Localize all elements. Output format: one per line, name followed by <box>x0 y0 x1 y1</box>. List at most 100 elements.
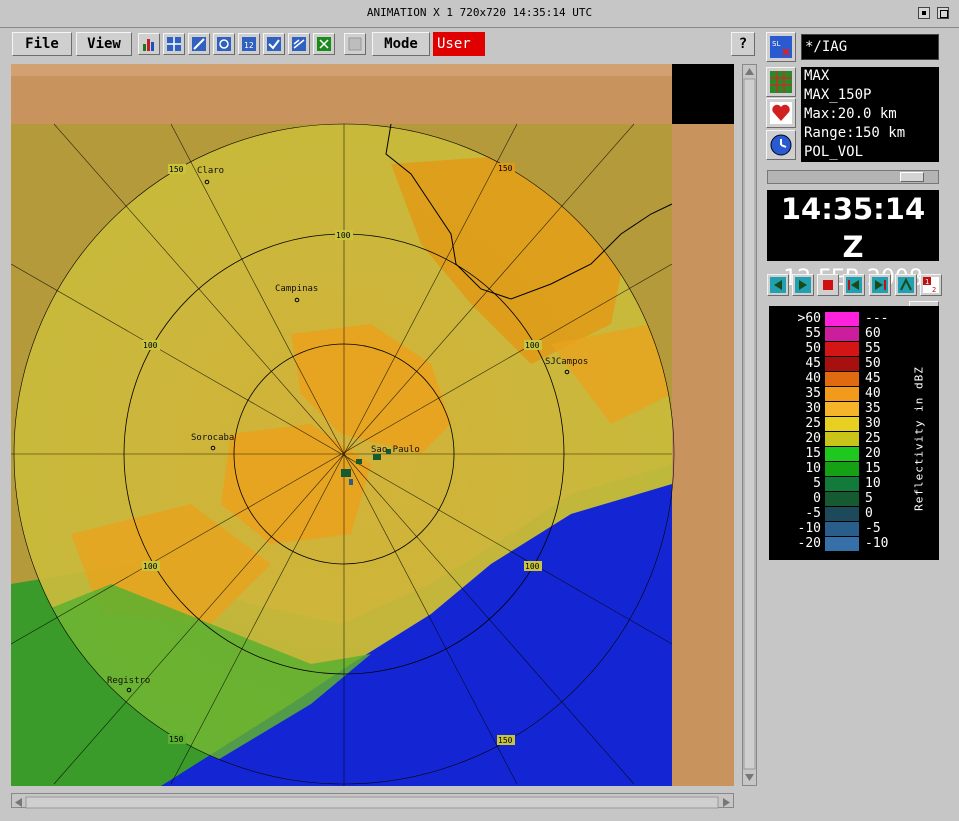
zoom-icon[interactable] <box>188 33 210 55</box>
dual-view-icon[interactable]: 12 <box>920 274 942 296</box>
city-label-claro: Claro <box>197 166 224 176</box>
product-line: Range:150 km <box>804 125 906 141</box>
legend-unit-container: Reflectivity in dBZ <box>905 362 933 522</box>
product-line: MAX_150P <box>804 87 872 103</box>
maximize-button[interactable] <box>937 7 949 19</box>
legend-min-value: -5 <box>805 506 821 521</box>
site-display: */IAG <box>801 34 939 60</box>
product-line: MAX <box>804 68 830 84</box>
user-mode-indicator[interactable]: User <box>433 32 485 56</box>
legend-min-value: -20 <box>797 536 821 551</box>
refresh-icon[interactable] <box>213 33 235 55</box>
legend-max-value: 30 <box>865 416 881 431</box>
legend-color-swatch <box>825 447 859 461</box>
mode-menu-button[interactable]: Mode <box>372 32 430 56</box>
legend-max-value: 15 <box>865 461 881 476</box>
site-select-icon[interactable]: SL <box>766 32 796 62</box>
animation-slider[interactable] <box>767 170 939 184</box>
radar-map-canvas: 150 150 100 100 100 100 100 150 150 Clar… <box>11 64 734 786</box>
overlay-icon[interactable] <box>263 33 285 55</box>
ring-label: 100 <box>143 562 158 571</box>
ring-label: 150 <box>498 164 513 173</box>
horizontal-scrollbar[interactable] <box>11 793 734 809</box>
legend-min-value: -10 <box>797 521 821 536</box>
city-label-sorocaba: Sorocaba <box>191 433 234 443</box>
legend-color-swatch <box>825 462 859 476</box>
svg-text:1: 1 <box>925 278 929 286</box>
rewind-icon[interactable] <box>843 274 865 296</box>
legend-min-value: 50 <box>805 341 821 356</box>
time-display: 14:35:14 Z 12 FEB 2008 <box>767 190 939 291</box>
legend-min-value: 30 <box>805 401 821 416</box>
legend-color-swatch <box>825 342 859 356</box>
window-title-bar: ANIMATION X 1 720x720 14:35:14 UTC <box>0 0 959 28</box>
legend-min-value: 45 <box>805 356 821 371</box>
legend-min-value: 20 <box>805 431 821 446</box>
ring-label: 150 <box>498 736 513 745</box>
scroll-arrows-icon <box>15 796 730 809</box>
legend-color-swatch <box>825 402 859 416</box>
legend-color-swatch <box>825 537 859 551</box>
legend-color-swatch <box>825 432 859 446</box>
ring-label: 100 <box>525 341 540 350</box>
slider-handle[interactable] <box>900 172 924 182</box>
fast-forward-icon[interactable] <box>869 274 891 296</box>
product-grid-icon[interactable] <box>766 67 796 97</box>
loop-icon[interactable] <box>895 274 917 296</box>
cross-section-icon[interactable] <box>288 33 310 55</box>
legend-max-value: --- <box>865 311 889 326</box>
legend-min-value: 0 <box>813 491 821 506</box>
legend-max-value: 35 <box>865 401 881 416</box>
ring-label: 150 <box>169 165 184 174</box>
legend-max-value: 20 <box>865 446 881 461</box>
ring-label: 100 <box>336 231 351 240</box>
legend-color-swatch <box>825 372 859 386</box>
legend-max-value: 0 <box>865 506 873 521</box>
legend-min-value: 35 <box>805 386 821 401</box>
legend-min-value: 40 <box>805 371 821 386</box>
ring-label: 100 <box>143 341 158 350</box>
legend-max-value: 5 <box>865 491 873 506</box>
product-line: POL_VOL <box>804 144 864 160</box>
scroll-arrows-icon <box>743 68 756 781</box>
legend-max-value: 55 <box>865 341 881 356</box>
step-back-icon[interactable] <box>767 274 789 296</box>
city-label-registro: Registro <box>107 676 150 686</box>
grid-icon[interactable] <box>163 33 185 55</box>
step-forward-icon[interactable] <box>792 274 814 296</box>
legend-max-value: 25 <box>865 431 881 446</box>
file-menu-button[interactable]: File <box>12 32 72 56</box>
vertical-scrollbar[interactable] <box>742 64 757 786</box>
help-button[interactable]: ? <box>731 32 755 56</box>
legend-color-swatch <box>825 507 859 521</box>
legend-color-swatch <box>825 327 859 341</box>
legend-color-swatch <box>825 387 859 401</box>
radar-map[interactable]: 150 150 100 100 100 100 100 150 150 Clar… <box>11 64 734 786</box>
clock-icon[interactable] <box>766 130 796 160</box>
legend-max-value: 45 <box>865 371 881 386</box>
legend-min-value: 10 <box>805 461 821 476</box>
legend-max-value: 10 <box>865 476 881 491</box>
city-label-sjcampos: SJCampos <box>545 357 588 367</box>
window-title: ANIMATION X 1 720x720 14:35:14 UTC <box>366 6 593 19</box>
bar-chart-icon[interactable] <box>138 33 160 55</box>
legend-max-value: 50 <box>865 356 881 371</box>
reflectivity-legend: >60 --- 55 60 50 55 45 50 40 45 35 40 30 35 25 30 20 25 15… <box>769 306 939 560</box>
legend-min-value: 55 <box>805 326 821 341</box>
minimize-button[interactable] <box>918 7 930 19</box>
legend-max-value: 60 <box>865 326 881 341</box>
product-line: Max:20.0 km <box>804 106 897 122</box>
legend-max-value: 40 <box>865 386 881 401</box>
legend-color-swatch <box>825 417 859 431</box>
legend-min-value: 15 <box>805 446 821 461</box>
view-menu-button[interactable]: View <box>76 32 132 56</box>
ring-label: 100 <box>525 562 540 571</box>
city-label-sao-paulo: Sao Paulo <box>371 445 420 455</box>
disabled-tool-icon <box>344 33 366 55</box>
legend-color-swatch <box>825 522 859 536</box>
product-info-box: MAX MAX_150P Max:20.0 km Range:150 km PO… <box>801 67 939 162</box>
favorites-icon[interactable] <box>766 98 796 128</box>
split-icon[interactable]: 12 <box>238 33 260 55</box>
product-icon[interactable] <box>313 33 335 55</box>
stop-icon[interactable] <box>817 274 839 296</box>
